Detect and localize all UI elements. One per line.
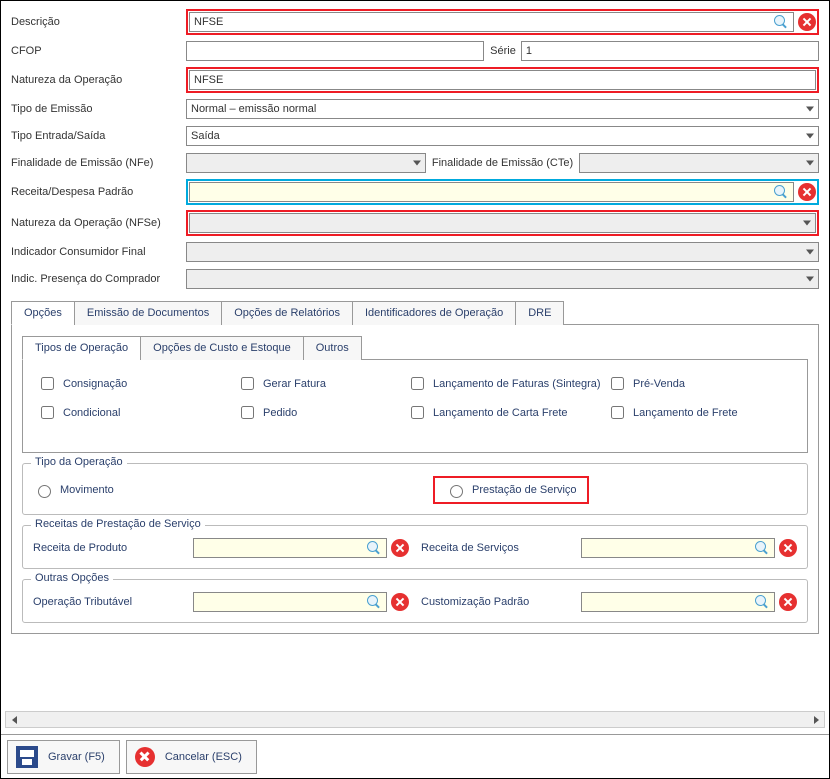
fieldset-tipo-operacao: Tipo da Operação Movimento Prestação de … bbox=[22, 463, 808, 515]
gravar-button[interactable]: Gravar (F5) bbox=[7, 740, 120, 774]
fieldset-receitas-prestacao: Receitas de Prestação de Serviço Receita… bbox=[22, 525, 808, 569]
label-customizacao-padrao: Customização Padrão bbox=[421, 596, 581, 608]
chk-consignacao[interactable]: Consignação bbox=[37, 374, 237, 393]
indicador-consumidor-final-select[interactable] bbox=[186, 242, 819, 262]
chk-lanc-frete[interactable]: Lançamento de Frete bbox=[607, 403, 787, 422]
search-icon[interactable] bbox=[366, 594, 382, 610]
finalidade-cte-select[interactable] bbox=[579, 153, 819, 173]
label-finalidade-cte: Finalidade de Emissão (CTe) bbox=[426, 157, 579, 169]
tab-emissao-documentos[interactable]: Emissão de Documentos bbox=[74, 301, 222, 325]
receita-despesa-padrao-input[interactable] bbox=[190, 183, 773, 201]
clear-icon[interactable] bbox=[391, 593, 409, 611]
clear-icon[interactable] bbox=[798, 183, 816, 201]
tab-opcoes[interactable]: Opções bbox=[11, 301, 75, 325]
cancelar-button-label: Cancelar (ESC) bbox=[165, 751, 242, 763]
chk-lanc-carta-frete[interactable]: Lançamento de Carta Frete bbox=[407, 403, 607, 422]
cfop-input[interactable] bbox=[186, 41, 484, 61]
radio-movimento[interactable]: Movimento bbox=[33, 482, 433, 498]
chk-gerar-fatura-label: Gerar Fatura bbox=[263, 378, 326, 390]
chk-pedido-label: Pedido bbox=[263, 407, 297, 419]
receita-servicos-input[interactable] bbox=[582, 539, 754, 557]
operacao-tributavel-input[interactable] bbox=[194, 593, 366, 611]
operacao-tributavel-lookup[interactable] bbox=[193, 592, 387, 612]
tab-tipos-operacao[interactable]: Tipos de Operação bbox=[22, 336, 141, 360]
receita-produto-input[interactable] bbox=[194, 539, 366, 557]
tab-dre[interactable]: DRE bbox=[515, 301, 564, 325]
gravar-button-label: Gravar (F5) bbox=[48, 751, 105, 763]
search-icon[interactable] bbox=[754, 540, 770, 556]
scroll-left-arrow-icon[interactable] bbox=[6, 712, 23, 727]
serie-input[interactable] bbox=[521, 41, 819, 61]
search-icon[interactable] bbox=[366, 540, 382, 556]
search-icon[interactable] bbox=[773, 184, 789, 200]
cancelar-button[interactable]: Cancelar (ESC) bbox=[126, 740, 257, 774]
horizontal-scrollbar[interactable] bbox=[5, 711, 825, 728]
chk-pre-venda[interactable]: Pré-Venda bbox=[607, 374, 787, 393]
chk-condicional[interactable]: Condicional bbox=[37, 403, 237, 422]
label-receita-servicos: Receita de Serviços bbox=[421, 542, 581, 554]
chk-pedido[interactable]: Pedido bbox=[237, 403, 407, 422]
chk-consignacao-label: Consignação bbox=[63, 378, 127, 390]
receita-servicos-lookup[interactable] bbox=[581, 538, 775, 558]
fieldset-receitas-prestacao-title: Receitas de Prestação de Serviço bbox=[31, 518, 205, 530]
indic-presenca-comprador-select[interactable] bbox=[186, 269, 819, 289]
tipo-entrada-saida-select[interactable] bbox=[186, 126, 819, 146]
label-receita-despesa-padrao: Receita/Despesa Padrão bbox=[11, 186, 186, 198]
label-tipo-entrada-saida: Tipo Entrada/Saída bbox=[11, 130, 186, 142]
tab-opcoes-relatorios[interactable]: Opções de Relatórios bbox=[221, 301, 353, 325]
natureza-operacao-nfse-select[interactable] bbox=[189, 213, 816, 233]
descricao-lookup[interactable] bbox=[189, 12, 794, 32]
save-icon bbox=[16, 746, 38, 768]
fieldset-outras-opcoes: Outras Opções Operação Tributável Custom… bbox=[22, 579, 808, 623]
receita-produto-lookup[interactable] bbox=[193, 538, 387, 558]
customizacao-padrao-input[interactable] bbox=[582, 593, 754, 611]
chk-gerar-fatura[interactable]: Gerar Fatura bbox=[237, 374, 407, 393]
inner-tabpanel: Consignação Gerar Fatura Lançamento de F… bbox=[22, 360, 808, 453]
clear-icon[interactable] bbox=[391, 539, 409, 557]
radio-prestacao-servico[interactable]: Prestação de Serviço bbox=[445, 482, 577, 498]
tab-opcoes-custo-estoque[interactable]: Opções de Custo e Estoque bbox=[140, 336, 304, 360]
clear-icon[interactable] bbox=[779, 593, 797, 611]
receita-despesa-padrao-lookup[interactable] bbox=[189, 182, 794, 202]
label-operacao-tributavel: Operação Tributável bbox=[33, 596, 193, 608]
radio-movimento-label: Movimento bbox=[60, 484, 114, 496]
label-serie: Série bbox=[484, 45, 522, 57]
chk-lanc-faturas-sintegra[interactable]: Lançamento de Faturas (Sintegra) bbox=[407, 374, 607, 393]
natureza-operacao-input[interactable] bbox=[189, 70, 816, 90]
search-icon[interactable] bbox=[754, 594, 770, 610]
tab-identificadores-operacao[interactable]: Identificadores de Operação bbox=[352, 301, 516, 325]
label-descricao: Descrição bbox=[11, 16, 186, 28]
inner-tabstrip: Tipos de Operação Opções de Custo e Esto… bbox=[22, 335, 808, 360]
label-natureza-operacao-nfse: Natureza da Operação (NFSe) bbox=[11, 217, 186, 229]
label-tipo-emissao: Tipo de Emissão bbox=[11, 103, 186, 115]
clear-icon[interactable] bbox=[779, 539, 797, 557]
label-natureza-operacao: Natureza da Operação bbox=[11, 74, 186, 86]
customizacao-padrao-lookup[interactable] bbox=[581, 592, 775, 612]
label-indicador-consumidor-final: Indicador Consumidor Final bbox=[11, 246, 186, 258]
main-tabstrip: Opções Emissão de Documentos Opções de R… bbox=[11, 300, 819, 325]
label-receita-produto: Receita de Produto bbox=[33, 542, 193, 554]
fieldset-tipo-operacao-title: Tipo da Operação bbox=[31, 456, 127, 468]
footer-toolbar: Gravar (F5) Cancelar (ESC) bbox=[1, 734, 829, 778]
chk-lanc-faturas-sintegra-label: Lançamento de Faturas (Sintegra) bbox=[433, 378, 601, 390]
radio-prestacao-servico-label: Prestação de Serviço bbox=[472, 484, 577, 496]
fieldset-outras-opcoes-title: Outras Opções bbox=[31, 572, 113, 584]
chk-condicional-label: Condicional bbox=[63, 407, 120, 419]
chk-pre-venda-label: Pré-Venda bbox=[633, 378, 685, 390]
label-cfop: CFOP bbox=[11, 45, 186, 57]
scroll-right-arrow-icon[interactable] bbox=[807, 712, 824, 727]
tab-outros[interactable]: Outros bbox=[303, 336, 362, 360]
chk-lanc-frete-label: Lançamento de Frete bbox=[633, 407, 738, 419]
main-tabpanel: Tipos de Operação Opções de Custo e Esto… bbox=[11, 325, 819, 634]
scroll-track[interactable] bbox=[23, 712, 807, 727]
label-finalidade-nfe: Finalidade de Emissão (NFe) bbox=[11, 157, 186, 169]
close-icon bbox=[135, 747, 155, 767]
label-indic-presenca-comprador: Indic. Presença do Comprador bbox=[11, 273, 186, 285]
search-icon[interactable] bbox=[773, 14, 789, 30]
chk-lanc-carta-frete-label: Lançamento de Carta Frete bbox=[433, 407, 568, 419]
tipo-emissao-select[interactable] bbox=[186, 99, 819, 119]
clear-icon[interactable] bbox=[798, 13, 816, 31]
descricao-input[interactable] bbox=[190, 13, 773, 31]
finalidade-nfe-select[interactable] bbox=[186, 153, 426, 173]
